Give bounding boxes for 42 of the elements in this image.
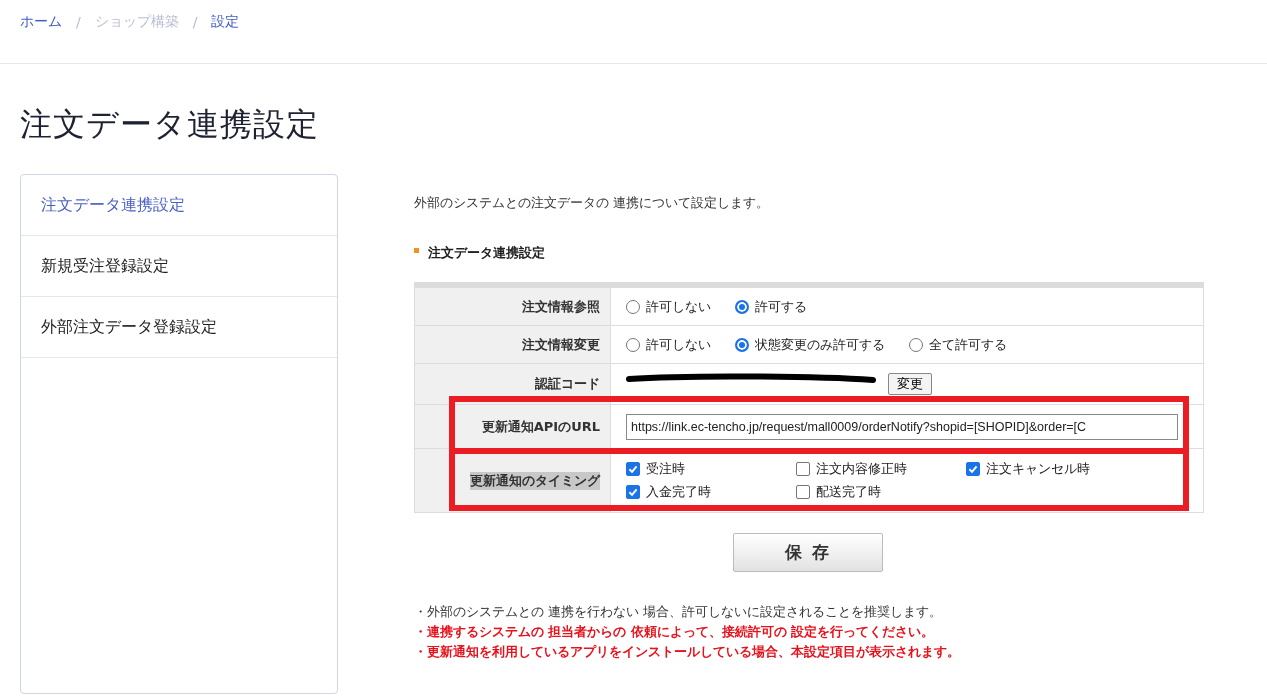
option-label: 状態変更のみ許可する: [755, 335, 885, 354]
row-label: 注文情報変更: [522, 335, 600, 354]
radio-button[interactable]: [909, 337, 923, 352]
option-label: 入金完了時: [646, 483, 711, 501]
radio-button[interactable]: [626, 299, 640, 314]
row-label: 更新通知APIのURL: [481, 417, 600, 436]
sidebar-item[interactable]: 外部注文データ登録設定: [21, 297, 337, 358]
note-text: ・外部のシステムとの 連携を行わない 場合、許可しないに設定されることを推奨します。: [414, 603, 943, 621]
radio-button[interactable]: [626, 337, 640, 352]
option-label: 注文内容修正時: [816, 460, 907, 478]
save-button[interactable]: 保 存: [733, 533, 883, 572]
row-label: 更新通知のタイミング: [470, 471, 600, 490]
square-icon: [414, 247, 419, 253]
option-label: 配送完了時: [816, 483, 881, 501]
sidebar-item[interactable]: 新規受注登録設定: [21, 236, 337, 297]
option-label: 許可しない: [646, 335, 711, 354]
radio-button[interactable]: [735, 299, 749, 314]
checkbox[interactable]: [626, 462, 640, 476]
checkbox[interactable]: [626, 485, 640, 499]
option-label: 注文キャンセル時: [986, 460, 1090, 478]
option-label: 全て許可する: [929, 335, 1007, 354]
row-label: 認証コード: [535, 375, 600, 393]
breadcrumb-separator: /: [76, 14, 81, 30]
change-button[interactable]: 変更: [888, 373, 932, 395]
section-title: 注文データ連携設定: [428, 244, 545, 262]
breadcrumb-separator: /: [192, 14, 198, 30]
checkbox[interactable]: [966, 462, 980, 476]
option-label: 許可しない: [646, 297, 711, 316]
checkbox[interactable]: [796, 462, 810, 476]
radio-button[interactable]: [735, 337, 749, 352]
breadcrumb-link[interactable]: 設定: [211, 13, 240, 31]
sidebar-item[interactable]: 注文データ連携設定: [21, 175, 337, 236]
option-label: 許可する: [755, 297, 807, 316]
breadcrumb-link[interactable]: ホーム: [20, 13, 62, 31]
note-text: ・更新通知を利用しているアプリをインストールしている場合、本設定項目が表示されます。: [414, 643, 961, 661]
description-text: 外部のシステムとの注文データの 連携について設定します。: [414, 194, 771, 212]
note-text: ・連携するシステムの 担当者からの 依頼によって、接続許可の 設定を行ってください。: [414, 623, 936, 641]
url-field[interactable]: https://link.ec-tencho.jp/request/mall0009/orderNotify?shopid=[SHOPID]&order=[C: [626, 413, 1178, 440]
page-title: 注文データ連携設定: [20, 104, 320, 144]
checkbox[interactable]: [796, 485, 810, 499]
option-label: 受注時: [646, 460, 685, 478]
row-label: 注文情報参照: [522, 297, 600, 316]
